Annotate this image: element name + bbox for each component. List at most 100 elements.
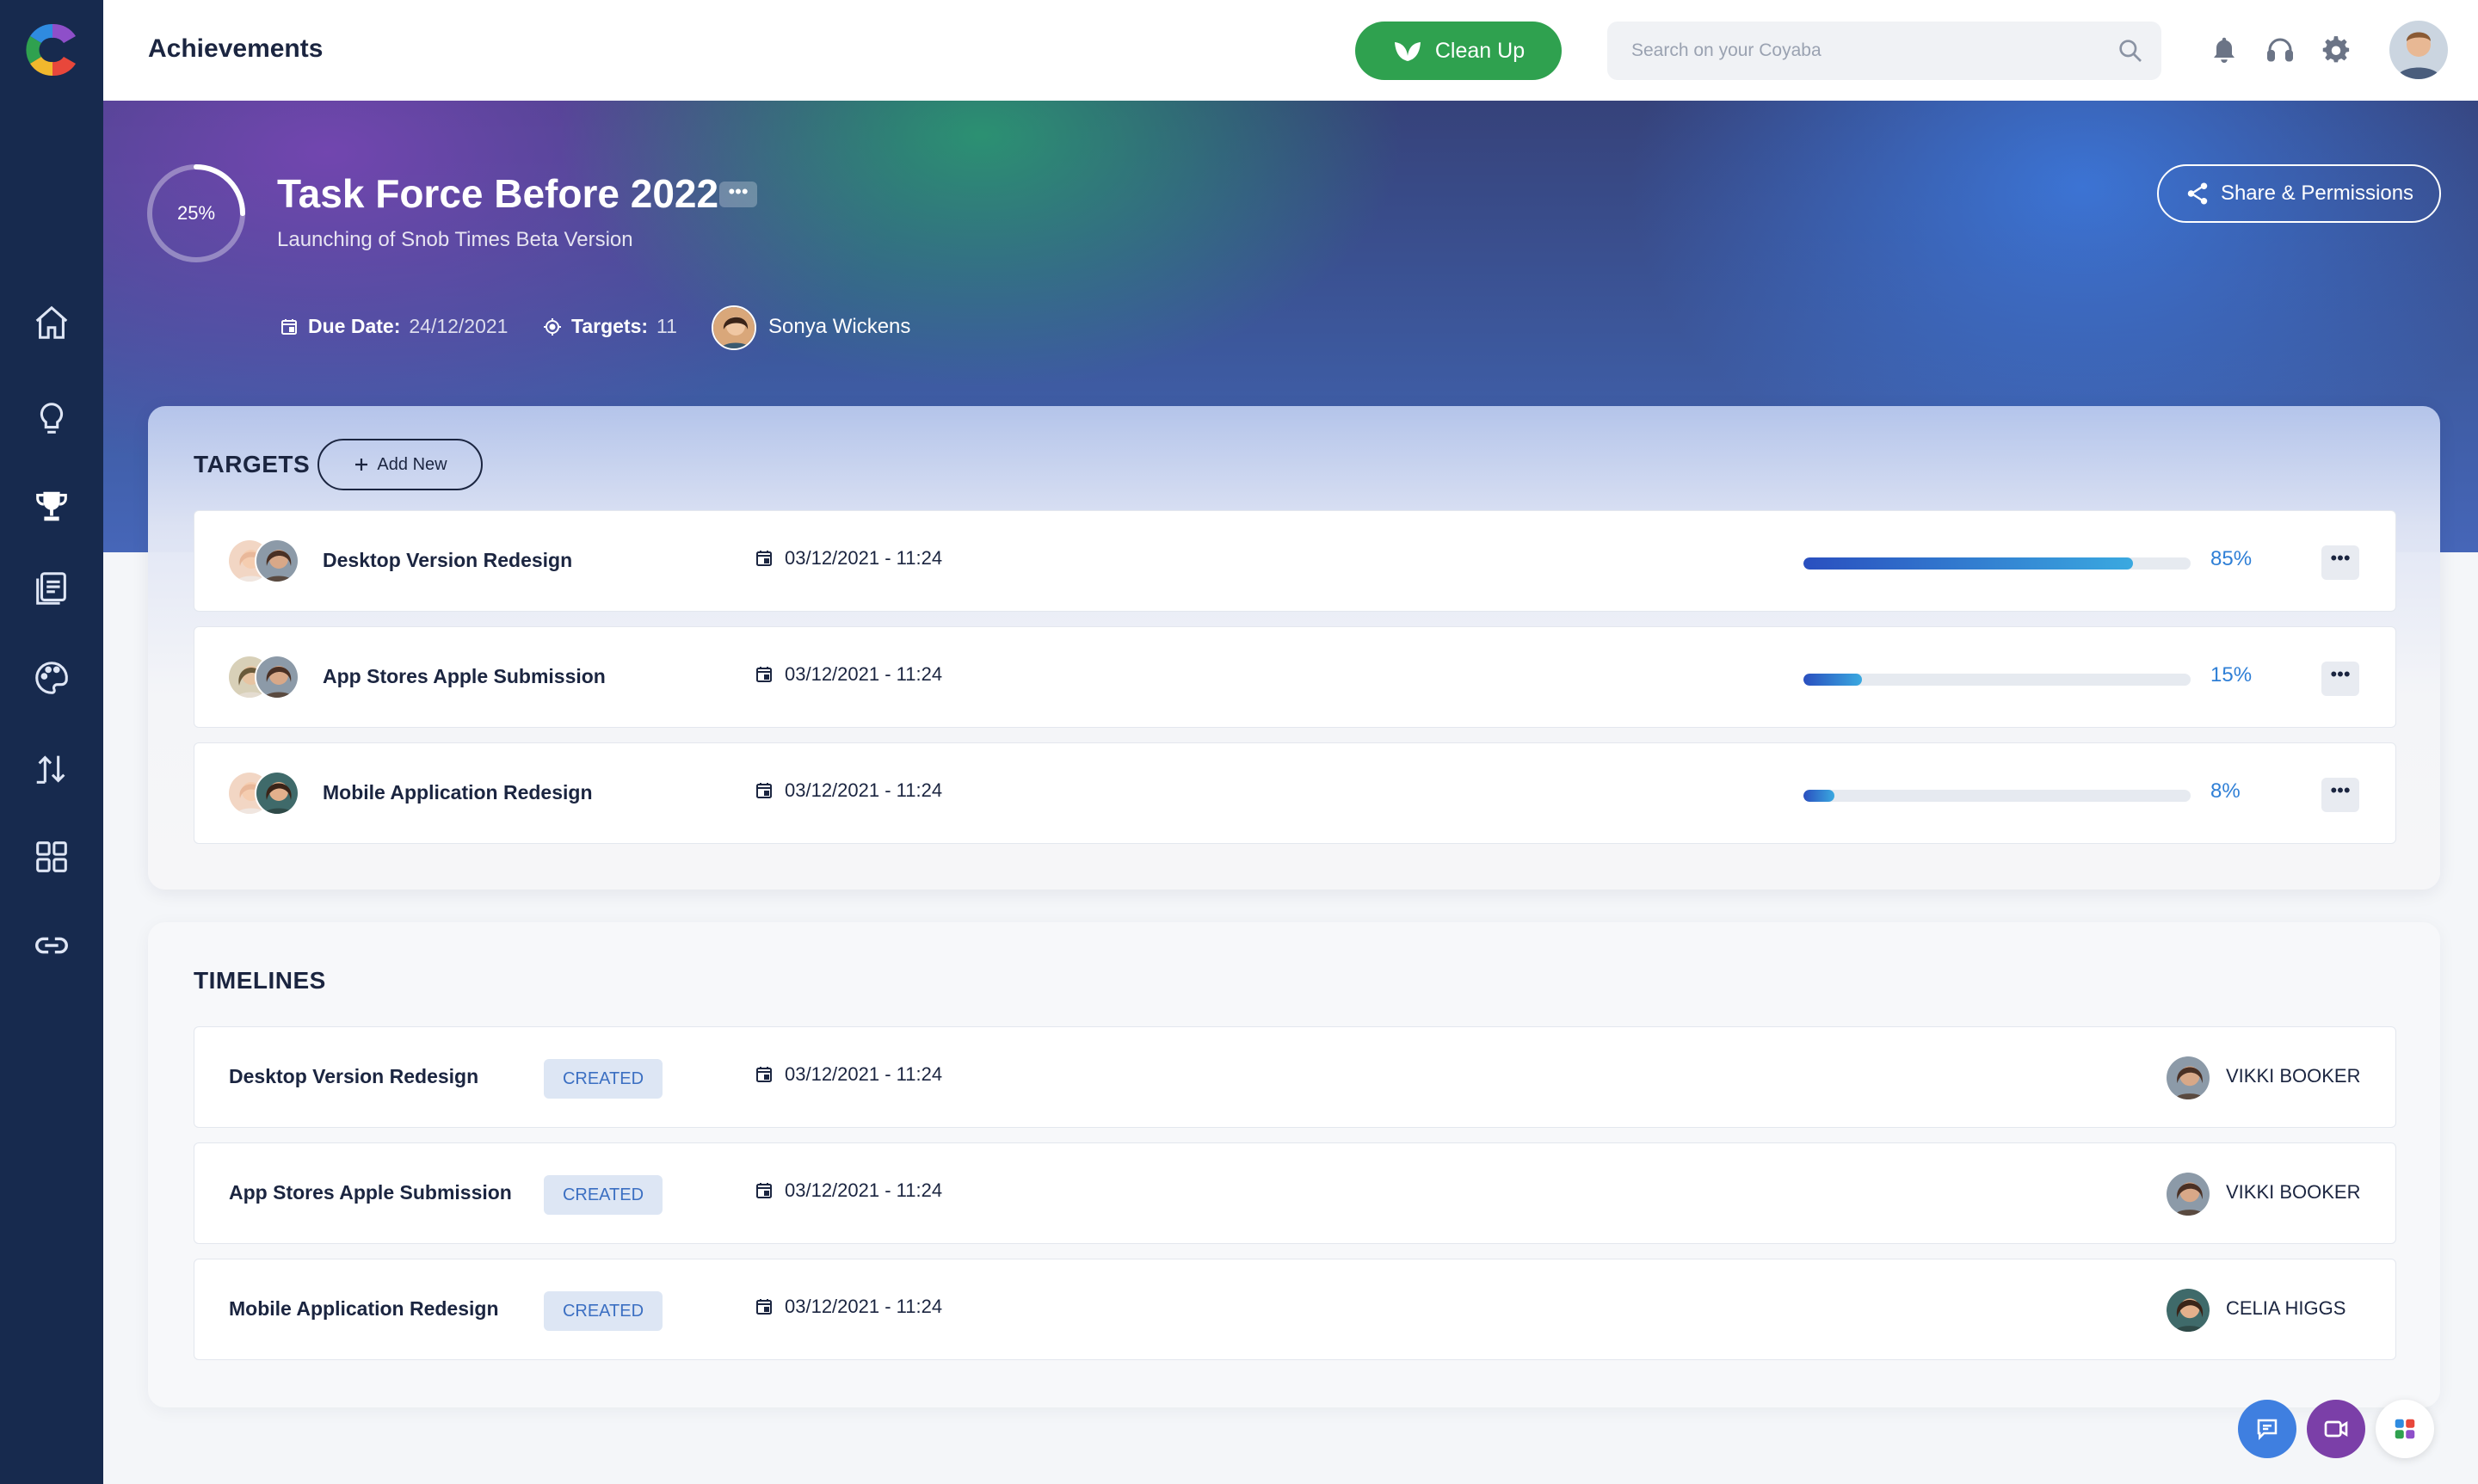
target-more-button[interactable]: •••: [2321, 778, 2359, 812]
lightbulb-icon: [40, 403, 64, 434]
nav-transfers[interactable]: [29, 747, 74, 791]
search-input[interactable]: [1631, 35, 2113, 66]
gear-icon[interactable]: [2321, 34, 2352, 65]
bell-icon[interactable]: [2209, 34, 2240, 65]
timeline-date-value: 03/12/2021 - 11:24: [785, 1179, 943, 1201]
nav-ideas[interactable]: [29, 397, 74, 441]
status-badge: CREATED: [544, 1059, 663, 1099]
target-date: 03/12/2021 - 11:24: [754, 663, 942, 686]
assignee-avatar: [2165, 1055, 2211, 1101]
due-date-label: Due Date:: [308, 315, 401, 337]
target-row[interactable]: Mobile Application Redesign 03/12/2021 -…: [194, 742, 2396, 844]
target-progress-fill: [1803, 674, 1862, 686]
assignee-avatar: [2165, 1287, 2211, 1333]
targets-label: Targets:: [571, 315, 649, 337]
status-badge: CREATED: [544, 1291, 663, 1331]
clean-up-button[interactable]: Clean Up: [1355, 22, 1562, 80]
project-progress-label: 25%: [176, 202, 216, 224]
owner-avatar[interactable]: [712, 305, 756, 350]
target-avatars: [227, 539, 306, 587]
user-avatar[interactable]: [2389, 21, 2448, 79]
nav-home[interactable]: [29, 300, 74, 345]
apps-grid-icon: [2395, 1419, 2415, 1439]
nav-documents[interactable]: [29, 566, 74, 611]
avatar: [255, 655, 299, 699]
calendar-icon: [756, 1183, 772, 1198]
target-progress-bar: [1803, 557, 2191, 570]
share-permissions-button[interactable]: Share & Permissions: [2157, 164, 2441, 223]
target-avatars: [227, 771, 306, 819]
chat-icon: [2257, 1419, 2278, 1441]
grid-icon: [36, 841, 67, 872]
target-name: Mobile Application Redesign: [323, 781, 593, 804]
page-title: Achievements: [148, 34, 324, 63]
target-icon: [544, 317, 561, 336]
top-bar: Achievements Clean Up: [103, 0, 2478, 101]
calendar-icon: [281, 318, 297, 335]
sidebar: [0, 0, 103, 1484]
owner-name: Sonya Wickens: [768, 315, 911, 338]
apps-button[interactable]: [2376, 1400, 2434, 1458]
target-avatars: [227, 655, 306, 703]
timeline-date: 03/12/2021 - 11:24: [754, 1296, 942, 1318]
target-more-button[interactable]: •••: [2321, 662, 2359, 696]
avatar: [255, 539, 299, 583]
timeline-name: Desktop Version Redesign: [229, 1065, 479, 1087]
nav-achievements[interactable]: [29, 484, 74, 529]
target-row[interactable]: App Stores Apple Submission 03/12/2021 -…: [194, 626, 2396, 728]
user-avatar-image: [2389, 21, 2448, 79]
search-box[interactable]: [1607, 22, 2161, 80]
calendar-icon: [756, 783, 772, 798]
plus-icon: [355, 459, 368, 471]
nav-apps[interactable]: [29, 834, 74, 879]
add-new-label: Add New: [377, 454, 447, 474]
timeline-row[interactable]: Desktop Version Redesign CREATED 03/12/2…: [194, 1026, 2396, 1128]
timeline-row[interactable]: App Stores Apple Submission CREATED 03/1…: [194, 1142, 2396, 1244]
avatar: [255, 771, 299, 816]
targets-title: TARGETS: [194, 451, 311, 477]
timeline-date-value: 03/12/2021 - 11:24: [785, 1063, 943, 1085]
app-logo[interactable]: [22, 17, 83, 86]
assignee-name: CELIA HIGGS: [2226, 1297, 2346, 1319]
project-title: Task Force Before 2022: [277, 171, 719, 216]
timeline-date-value: 03/12/2021 - 11:24: [785, 1296, 943, 1317]
target-date-value: 03/12/2021 - 11:24: [785, 663, 943, 685]
headset-icon[interactable]: [2265, 34, 2296, 65]
nav-design[interactable]: [29, 656, 74, 700]
targets-card: TARGETS Add New Desktop Version Redesign…: [148, 406, 2440, 890]
clean-up-label: Clean Up: [1434, 38, 1526, 63]
nav-links[interactable]: [29, 923, 74, 968]
home-icon: [35, 305, 68, 339]
target-progress-label: 15%: [2210, 663, 2253, 687]
share-permissions-label: Share & Permissions: [2220, 182, 2414, 205]
calendar-icon: [756, 551, 772, 566]
status-badge: CREATED: [544, 1175, 663, 1215]
chat-button[interactable]: [2238, 1400, 2296, 1458]
due-date-value: 24/12/2021: [409, 315, 509, 337]
add-new-target-button[interactable]: Add New: [317, 439, 483, 490]
targets-count: Targets: 11: [542, 315, 677, 338]
timelines-card: TIMELINES Desktop Version Redesign CREAT…: [148, 922, 2440, 1407]
assignee-avatar: [2165, 1171, 2211, 1217]
target-progress-label: 85%: [2210, 547, 2253, 570]
calendar-icon: [756, 1067, 772, 1082]
document-icon: [36, 572, 66, 605]
target-row[interactable]: Desktop Version Redesign 03/12/2021 - 11…: [194, 510, 2396, 612]
due-date: Due Date: 24/12/2021: [279, 315, 508, 338]
target-progress-label: 8%: [2210, 779, 2241, 803]
project-more-button[interactable]: •••: [719, 182, 757, 207]
timeline-row[interactable]: Mobile Application Redesign CREATED 03/1…: [194, 1259, 2396, 1360]
calendar-icon: [756, 667, 772, 682]
leaf-icon: [1394, 42, 1421, 61]
calendar-icon: [756, 1299, 772, 1315]
trophy-icon: [36, 491, 67, 521]
target-date: 03/12/2021 - 11:24: [754, 779, 942, 802]
target-more-button[interactable]: •••: [2321, 545, 2359, 580]
palette-icon: [35, 662, 68, 694]
transfer-icon: [36, 755, 65, 784]
search-icon[interactable]: [2117, 37, 2144, 65]
assignee-name: VIKKI BOOKER: [2226, 1065, 2361, 1087]
link-icon: [35, 937, 68, 954]
target-progress-fill: [1803, 790, 1834, 802]
video-call-button[interactable]: [2307, 1400, 2365, 1458]
